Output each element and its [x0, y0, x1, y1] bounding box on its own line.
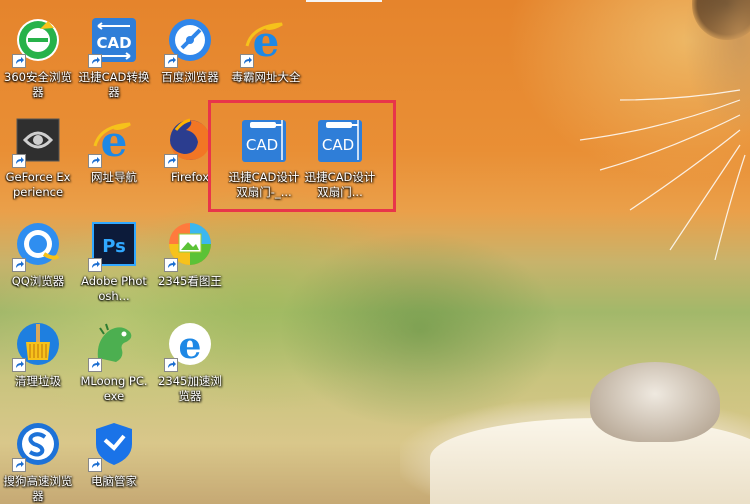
shortcut-arrow-icon — [164, 358, 178, 372]
desktop: 360安全浏览器 GeForce Experience QQ浏览器 清理垃圾 搜… — [0, 0, 750, 504]
shortcut-arrow-icon — [164, 154, 178, 168]
desktop-icon-label: 百度浏览器 — [161, 70, 219, 84]
shortcut-arrow-icon — [88, 54, 102, 68]
desktop-icon-baidu-browser[interactable]: 百度浏览器 — [154, 16, 226, 85]
wallpaper-table-surface — [400, 300, 750, 504]
desktop-icon-2345-image-viewer[interactable]: 2345看图王 — [154, 220, 226, 289]
desktop-icon-label: 2345看图王 — [158, 274, 222, 288]
shortcut-arrow-icon — [88, 154, 102, 168]
desktop-icon-qq-browser[interactable]: QQ浏览器 — [2, 220, 74, 289]
wallpaper-bowl — [430, 418, 750, 504]
shortcut-arrow-icon — [240, 54, 254, 68]
wallpaper-cat-face — [650, 0, 750, 200]
wallpaper-cat-eye — [692, 0, 750, 40]
window-edge — [306, 0, 382, 2]
desktop-icon-pc-manager[interactable]: 电脑管家 — [78, 420, 150, 489]
shortcut-arrow-icon — [164, 258, 178, 272]
shortcut-arrow-icon — [164, 54, 178, 68]
desktop-icon-cleanup[interactable]: 清理垃圾 — [2, 320, 74, 389]
desktop-icon-label: QQ浏览器 — [11, 274, 65, 288]
desktop-icon-url-navigation[interactable]: e 网址导航 — [78, 116, 150, 185]
desktop-icon-label: MLoong PC.exe — [80, 374, 148, 403]
shortcut-arrow-icon — [88, 458, 102, 472]
desktop-icon-adobe-photoshop[interactable]: Ps Adobe Photosh... — [78, 220, 150, 304]
desktop-icon-label: 毒霸网址大全 — [231, 70, 301, 84]
desktop-icon-label: 清理垃圾 — [15, 374, 61, 388]
svg-text:Ps: Ps — [102, 236, 126, 257]
shortcut-arrow-icon — [88, 358, 102, 372]
desktop-icon-geforce-experience[interactable]: GeForce Experience — [2, 116, 74, 200]
desktop-icon-2345-browser[interactable]: e 2345加速浏览器 — [154, 320, 226, 404]
desktop-icon-label: 迅捷CAD转换器 — [78, 70, 150, 99]
desktop-icon-duba-url[interactable]: e 毒霸网址大全 — [230, 16, 302, 85]
wallpaper-cat-paw — [590, 362, 720, 442]
shortcut-arrow-icon — [88, 258, 102, 272]
desktop-icon-sogou-browser[interactable]: 搜狗高速浏览器 — [2, 420, 74, 504]
desktop-icon-label: 搜狗高速浏览器 — [3, 474, 73, 503]
wallpaper-cat-whiskers — [579, 89, 746, 260]
shortcut-arrow-icon — [12, 358, 26, 372]
desktop-icon-label: 网址导航 — [91, 170, 137, 184]
desktop-icon-mloong[interactable]: MLoong PC.exe — [78, 320, 150, 404]
desktop-icon-label: 电脑管家 — [91, 474, 137, 488]
shortcut-arrow-icon — [12, 54, 26, 68]
shortcut-arrow-icon — [12, 458, 26, 472]
shortcut-arrow-icon — [12, 258, 26, 272]
svg-text:e: e — [179, 325, 202, 367]
highlight-box — [208, 100, 396, 212]
desktop-icon-label: 2345加速浏览器 — [158, 374, 222, 403]
shortcut-arrow-icon — [12, 154, 26, 168]
desktop-icon-label: Adobe Photosh... — [81, 274, 147, 303]
desktop-icon-360-browser[interactable]: 360安全浏览器 — [2, 16, 74, 100]
desktop-icon-label: 360安全浏览器 — [4, 70, 72, 99]
desktop-icon-cad-converter[interactable]: CAD 迅捷CAD转换器 — [78, 16, 150, 100]
desktop-icon-label: GeForce Experience — [5, 170, 71, 199]
svg-text:CAD: CAD — [96, 34, 131, 52]
